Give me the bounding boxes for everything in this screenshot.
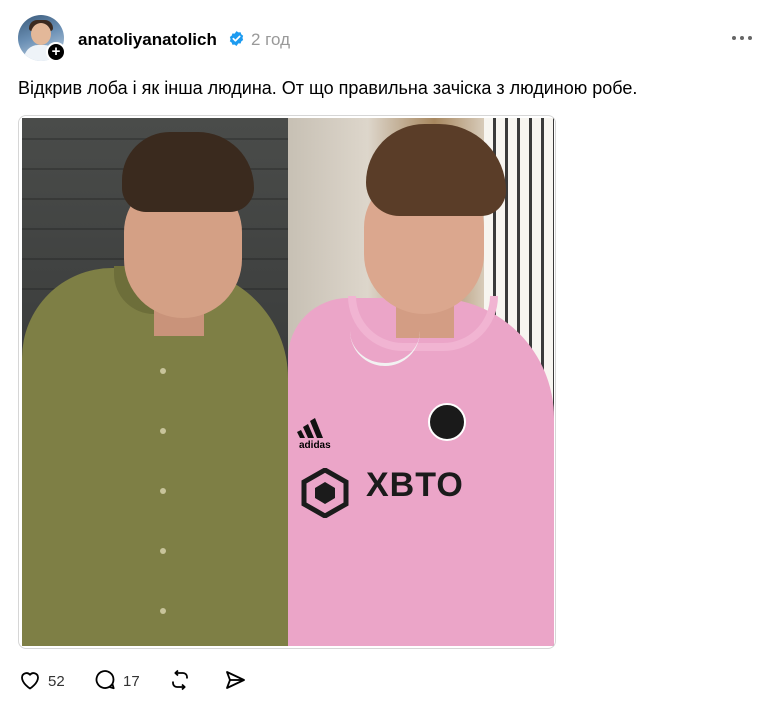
post-header: + anatoliyanatolich 2 год xyxy=(18,14,763,62)
verified-check-icon xyxy=(229,31,244,46)
comment-bubble-icon xyxy=(95,670,115,690)
repost-button[interactable] xyxy=(168,666,194,696)
jersey-sponsor-text: XBTO xyxy=(366,466,464,504)
send-icon xyxy=(226,671,245,689)
avatar-face xyxy=(31,23,51,45)
share-button[interactable] xyxy=(223,666,249,696)
photo-right-panel: adidas XBTO xyxy=(288,118,554,646)
comment-count: 17 xyxy=(123,673,140,690)
heart-icon xyxy=(21,672,39,690)
username-link[interactable]: anatoliyanatolich xyxy=(78,30,217,50)
like-button[interactable]: 52 xyxy=(18,666,78,696)
post-actions: 52 17 xyxy=(18,666,278,696)
more-horizontal-icon[interactable] xyxy=(729,24,755,50)
post-caption: Відкрив лоба і як інша людина. От що пра… xyxy=(18,78,638,98)
follow-plus-icon[interactable]: + xyxy=(46,42,66,62)
photo-left-panel xyxy=(22,118,288,646)
post-image[interactable]: adidas XBTO xyxy=(18,115,556,649)
jersey-brand-text: adidas xyxy=(299,440,331,451)
club-crest-icon xyxy=(428,403,466,441)
thread-post: + anatoliyanatolich 2 год Відкрив лоба і… xyxy=(0,0,783,704)
post-timestamp[interactable]: 2 год xyxy=(251,30,290,50)
sponsor-logo-icon xyxy=(301,468,349,518)
repost-icon xyxy=(172,669,188,691)
like-count: 52 xyxy=(48,673,65,690)
adidas-logo-icon xyxy=(297,418,323,438)
comment-button[interactable]: 17 xyxy=(93,666,153,696)
